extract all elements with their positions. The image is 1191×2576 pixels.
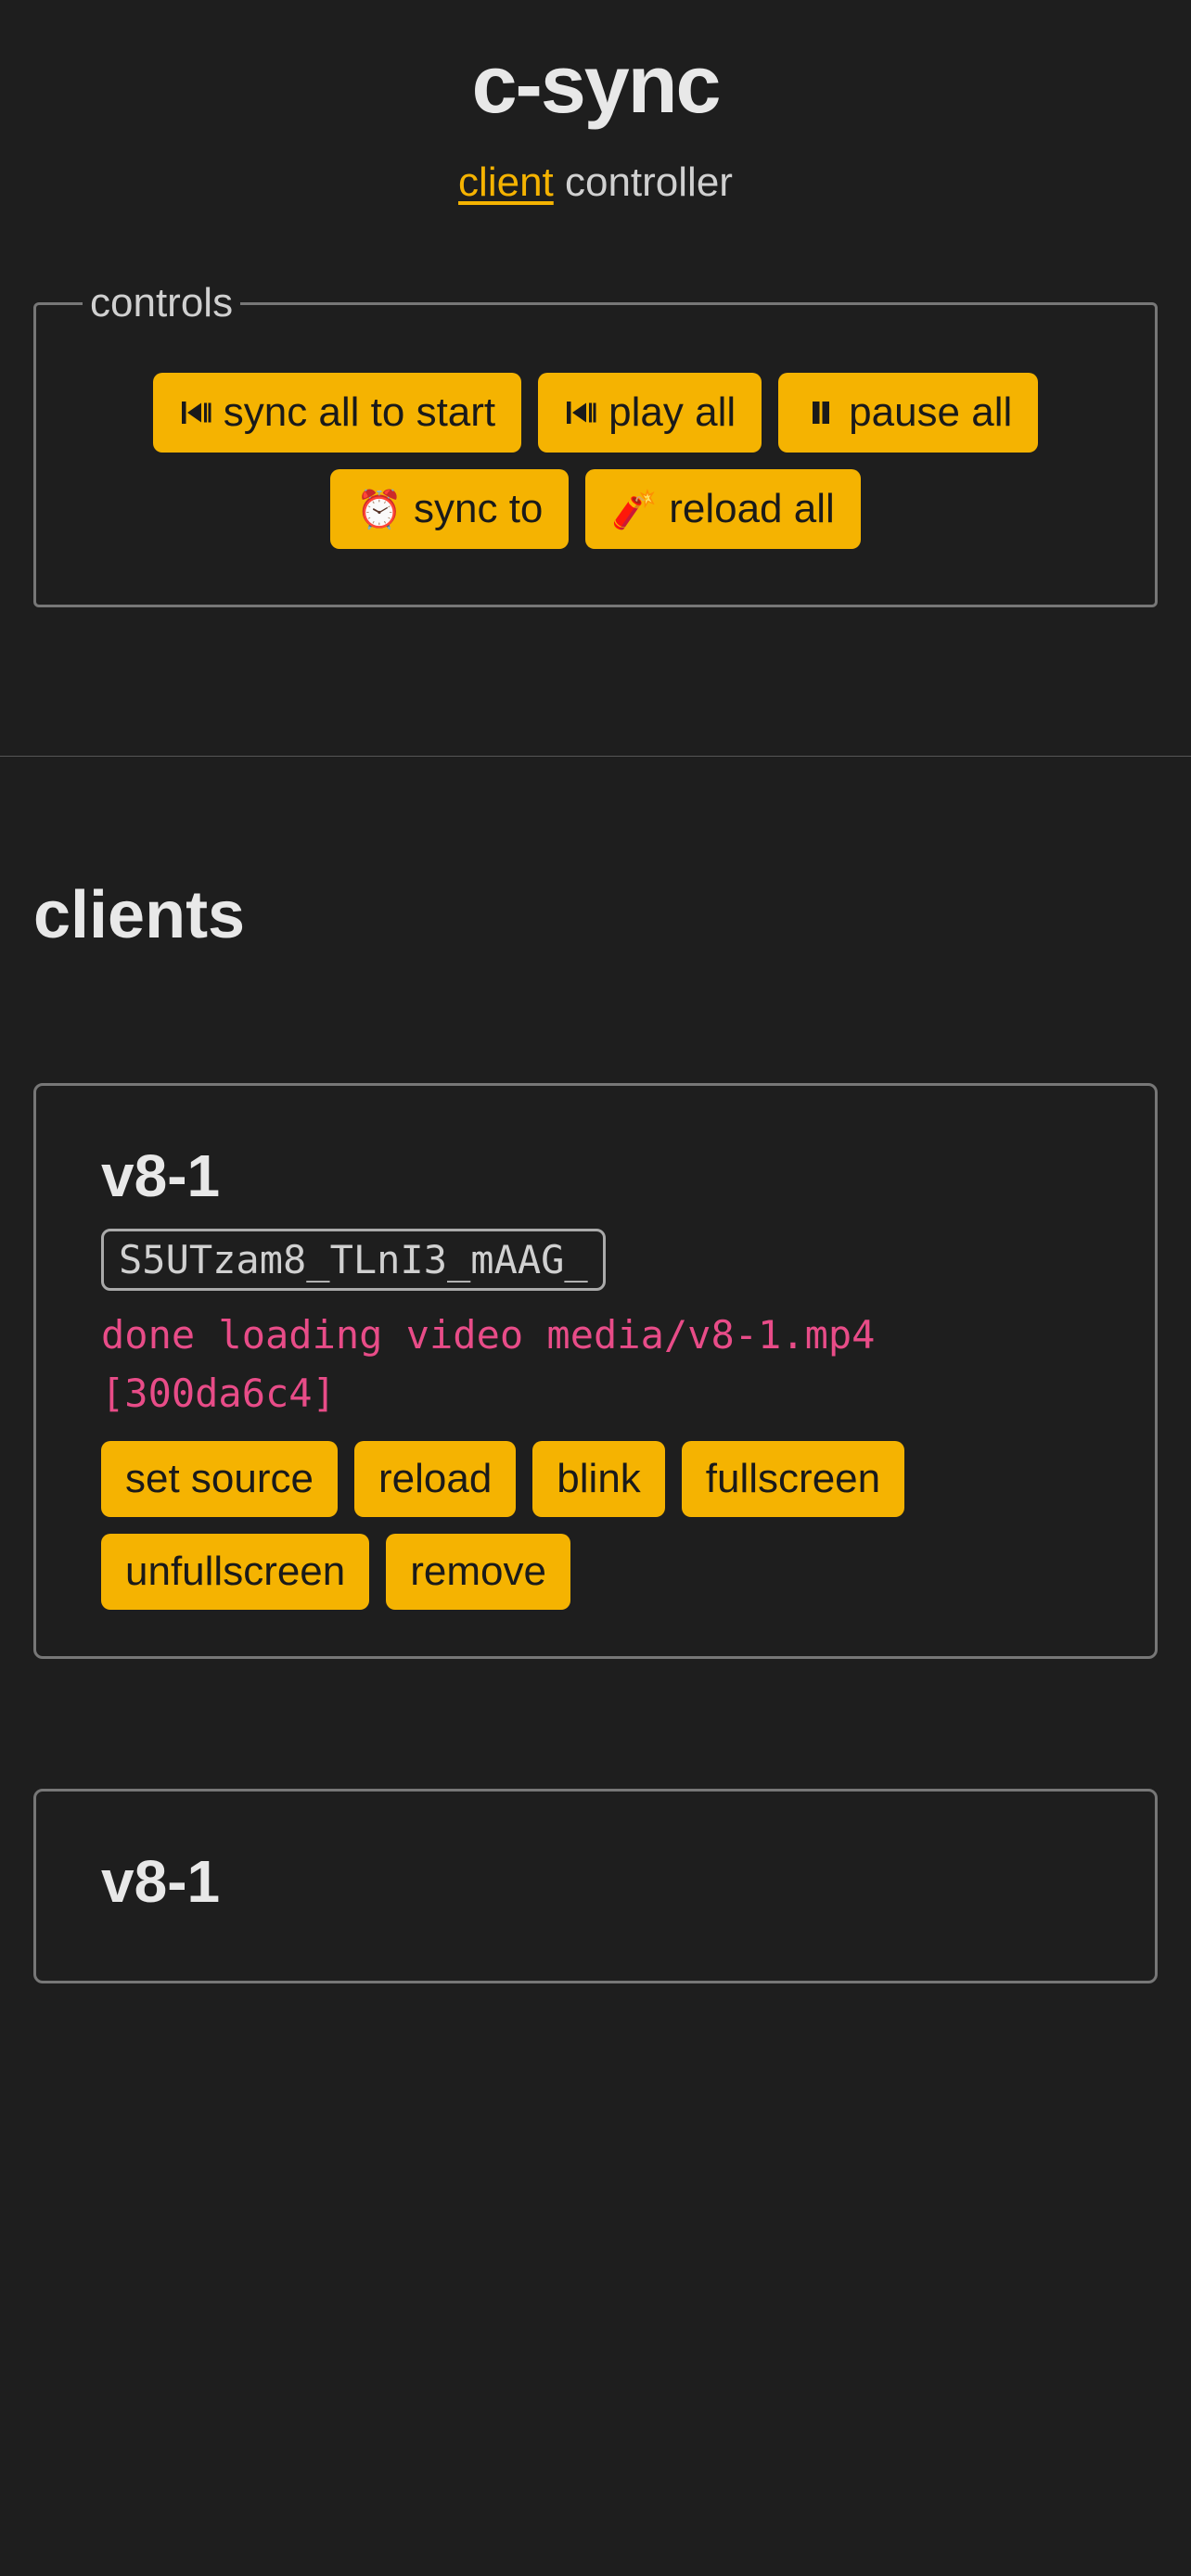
reload-all-button[interactable]: 🧨 reload all — [585, 469, 860, 549]
skip-play-pause-icon — [179, 396, 212, 429]
pause-all-button[interactable]: pause all — [778, 373, 1038, 453]
client-card: v8-1 S5UTzam8_TLnI3_mAAG_ done loading v… — [33, 1083, 1158, 1659]
clients-heading: clients — [33, 877, 1158, 953]
fullscreen-button[interactable]: fullscreen — [682, 1441, 904, 1517]
controls-fieldset: controls sync all to start play all paus… — [33, 280, 1158, 607]
unfullscreen-button[interactable]: unfullscreen — [101, 1534, 369, 1610]
subtitle-rest: controller — [554, 159, 733, 205]
client-link[interactable]: client — [458, 159, 554, 205]
controls-button-row: sync all to start play all pause all ⏰ s… — [64, 373, 1127, 549]
client-name: v8-1 — [101, 1847, 1090, 1916]
sync-to-button[interactable]: ⏰ sync to — [330, 469, 569, 549]
client-name: v8-1 — [101, 1141, 1090, 1210]
remove-button[interactable]: remove — [386, 1534, 570, 1610]
dynamite-icon: 🧨 — [611, 488, 658, 531]
client-id-badge: S5UTzam8_TLnI3_mAAG_ — [101, 1229, 606, 1291]
controls-legend: controls — [83, 280, 240, 326]
client-card: v8-1 — [33, 1789, 1158, 1983]
client-status-text: done loading video media/v8-1.mp4 [300da… — [101, 1306, 1090, 1422]
client-button-row: set source reload blink fullscreen unful… — [101, 1441, 1090, 1610]
app-title: c-sync — [19, 37, 1172, 132]
sync-all-button[interactable]: sync all to start — [153, 373, 521, 453]
set-source-button[interactable]: set source — [101, 1441, 338, 1517]
play-all-button[interactable]: play all — [538, 373, 762, 453]
section-divider — [0, 756, 1191, 757]
blink-button[interactable]: blink — [532, 1441, 665, 1517]
pause-icon — [804, 396, 838, 429]
skip-play-pause-icon — [564, 396, 597, 429]
clients-section: clients v8-1 S5UTzam8_TLnI3_mAAG_ done l… — [0, 877, 1191, 1983]
reload-button[interactable]: reload — [354, 1441, 516, 1517]
subtitle: client controller — [19, 159, 1172, 206]
alarm-clock-icon: ⏰ — [356, 488, 403, 531]
header: c-sync client controller — [0, 0, 1191, 224]
